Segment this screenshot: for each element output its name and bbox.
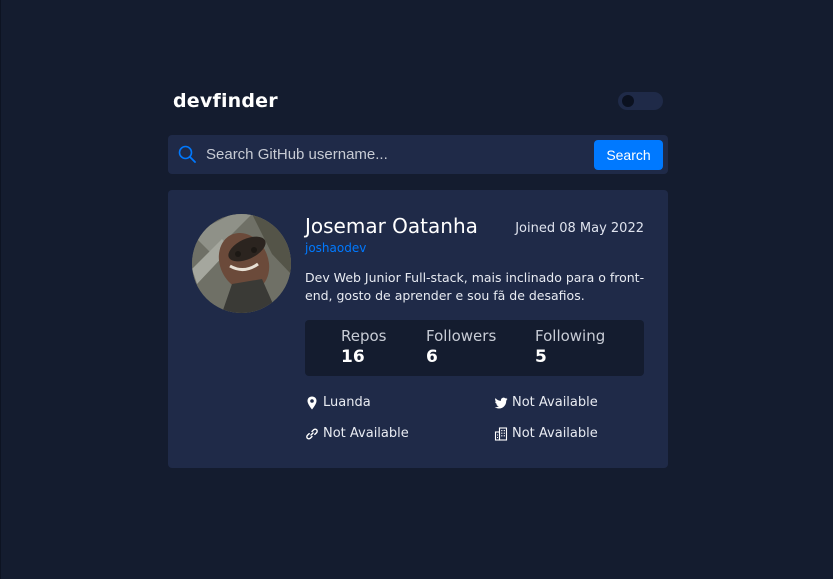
stat-value: 5 xyxy=(535,347,547,367)
stats-box: Repos 16 Followers 6 Following 5 xyxy=(305,320,644,376)
stat-following: Following 5 xyxy=(535,327,605,367)
search-input[interactable] xyxy=(206,141,586,168)
stat-label: Following xyxy=(535,327,606,345)
location-pin-icon xyxy=(307,396,317,410)
profile-card: Josemar Oatanha joshaodev Joined 08 May … xyxy=(168,190,668,468)
stat-value: 16 xyxy=(341,347,365,367)
stat-value: 6 xyxy=(426,347,438,367)
info-location-text: Luanda xyxy=(323,395,371,410)
twitter-icon xyxy=(494,397,508,409)
info-website-text: Not Available xyxy=(323,426,409,441)
joined-date: Joined 08 May 2022 xyxy=(515,221,644,236)
stat-label: Repos xyxy=(341,327,387,345)
link-icon xyxy=(306,428,318,440)
app-logo: devfinder xyxy=(173,90,278,112)
profile-login-link[interactable]: joshaodev xyxy=(305,241,366,255)
stat-label: Followers xyxy=(426,327,497,345)
avatar xyxy=(192,214,291,313)
header: devfinder xyxy=(173,88,663,114)
search-icon xyxy=(178,145,196,163)
building-icon xyxy=(494,427,508,441)
theme-toggle-knob xyxy=(622,95,634,107)
info-company-text: Not Available xyxy=(512,426,598,441)
page: devfinder Search J xyxy=(0,0,833,579)
info-twitter-text: Not Available xyxy=(512,395,598,410)
profile-name: Josemar Oatanha xyxy=(305,214,478,238)
profile-bio: Dev Web Junior Full-stack, mais inclinad… xyxy=(305,270,645,303)
avatar-photo xyxy=(192,214,291,313)
stat-repos: Repos 16 xyxy=(341,327,387,367)
search-bar: Search xyxy=(168,135,668,174)
search-button[interactable]: Search xyxy=(594,140,663,170)
theme-toggle[interactable] xyxy=(618,92,663,110)
stat-followers: Followers 6 xyxy=(426,327,496,367)
